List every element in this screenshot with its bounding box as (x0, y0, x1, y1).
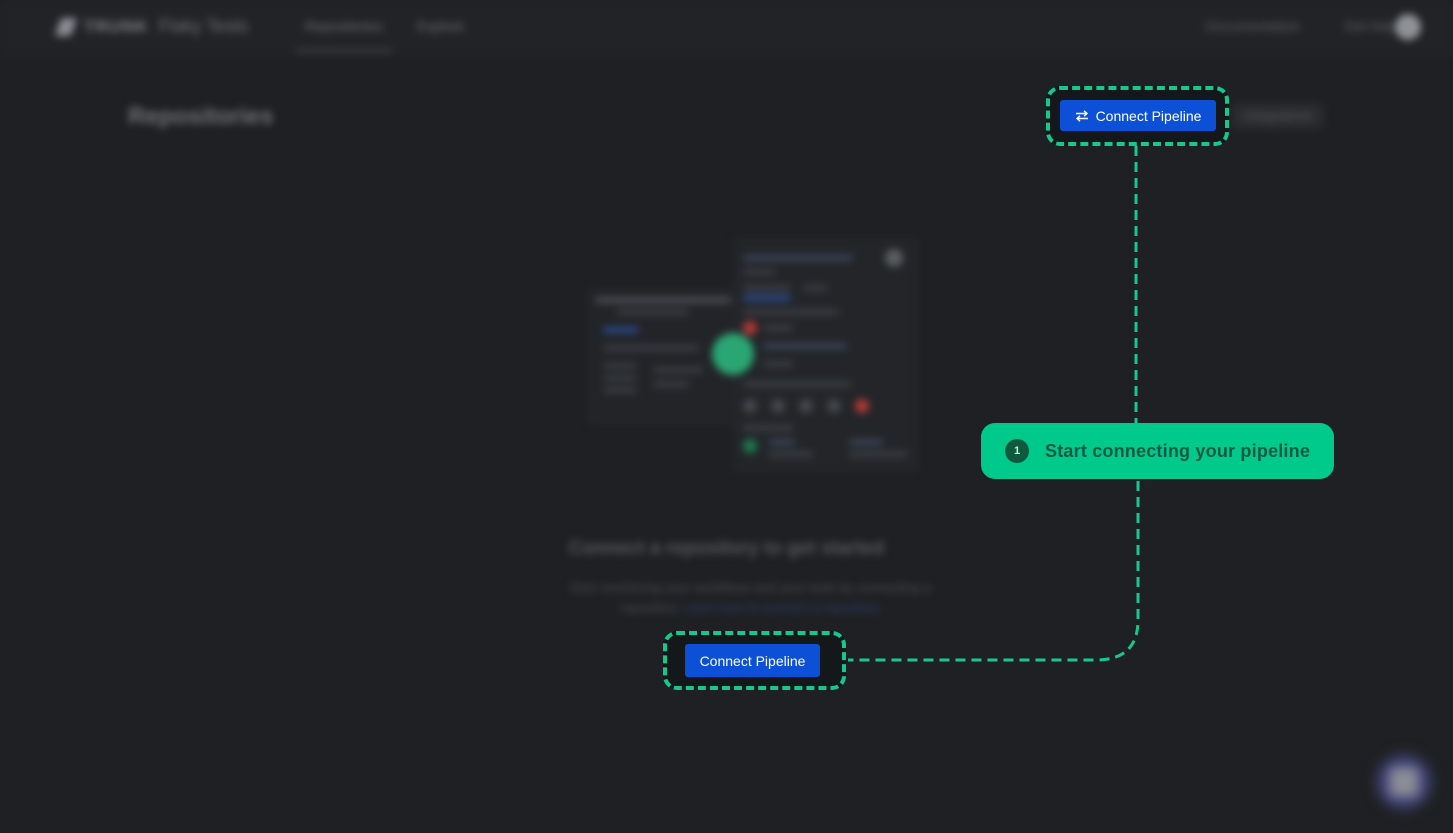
main-nav: Repositories Explore (296, 18, 464, 52)
logo[interactable]: TRUNK Flaky Tests (54, 16, 249, 37)
swap-arrows-icon (1075, 109, 1088, 122)
tooltip-text: Start connecting your pipeline (1045, 440, 1311, 461)
user-avatar-icon[interactable] (1395, 14, 1421, 40)
top-right-links: Documentation Get help (1206, 18, 1397, 34)
learn-how-link[interactable]: Learn how to connect a repository (684, 600, 880, 615)
nav-repositories[interactable]: Repositories (296, 18, 392, 52)
illustration-check-icon (712, 333, 754, 375)
trunk-logo-icon (54, 17, 78, 36)
documentation-link[interactable]: Documentation (1206, 18, 1300, 34)
logo-product: Flaky Tests (158, 16, 249, 36)
empty-state-illustration (588, 238, 918, 473)
logo-brand: TRUNK (84, 16, 149, 36)
center-connect-pipeline-button[interactable]: Connect Pipeline (685, 644, 820, 677)
blurred-app-background: TRUNK Flaky Tests Repositories Explore D… (0, 0, 1453, 833)
header-connect-pipeline-label: Connect Pipeline (1095, 107, 1202, 124)
top-navigation-bar: TRUNK Flaky Tests Repositories Explore D… (0, 0, 1453, 57)
center-connect-pipeline-label: Connect Pipeline (699, 652, 806, 669)
empty-state-title: Connect a repository to get started (568, 538, 885, 559)
get-help-link[interactable]: Get help (1344, 18, 1397, 34)
illustration-card-right (734, 238, 918, 472)
integrations-button[interactable]: Integrations (1232, 103, 1324, 129)
header-connect-pipeline-button[interactable]: Connect Pipeline (1060, 100, 1216, 131)
page-title: Repositories (128, 103, 274, 130)
empty-state-description: Start monitoring your workflows and your… (540, 578, 960, 618)
step-number-badge: 1 (1005, 439, 1029, 463)
chat-icon (1390, 768, 1418, 796)
nav-explore[interactable]: Explore (417, 18, 464, 34)
onboarding-tooltip: 1 Start connecting your pipeline (981, 423, 1334, 479)
